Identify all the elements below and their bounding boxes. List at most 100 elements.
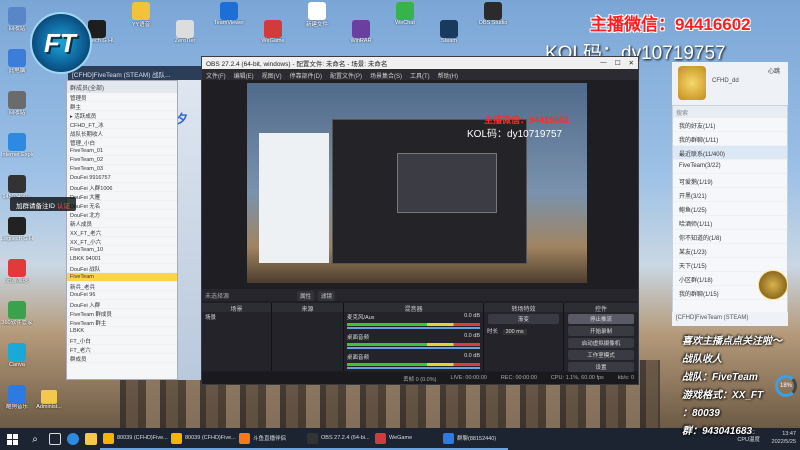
list-item[interactable]: XX_FT_老六 [67,228,177,237]
control-button[interactable]: 停止推流 [568,314,634,324]
desktop-icon[interactable]: Internet Explorer [1,130,33,172]
desktop-icon[interactable]: TeamViewer [212,0,246,26]
duration-input[interactable]: 300 ms [502,329,527,335]
desktop-icon[interactable]: 此电脑 [2,46,32,88]
taskbar-task[interactable]: 80039 (CFHD)Five... [168,428,236,450]
list-item[interactable]: 开黑(3/21) [673,188,787,202]
list-item[interactable]: DouFei 战队 [67,264,177,273]
list-item[interactable]: 群主 [67,102,177,111]
list-item[interactable]: 某友(1/23) [673,244,787,258]
list-item[interactable]: DouFei 入群1006 [67,183,177,192]
list-item[interactable]: FiveTeam 群主 [67,318,177,327]
list-item[interactable]: 新人成员 [67,219,177,228]
menu-item[interactable]: 工具(T) [410,71,430,80]
list-item[interactable]: DouFei 96 [67,291,177,300]
list-item[interactable]: FiveTeam_10 [67,246,177,255]
explorer-icon[interactable] [82,428,100,450]
close-icon[interactable]: ✕ [629,59,634,67]
list-item[interactable]: 我的好友(1/1) [673,118,787,132]
tray-clock[interactable]: 13:47 2022/5/25 [772,430,796,446]
desktop-icon[interactable]: ZeroTier [168,18,202,44]
friends-search-input[interactable]: 搜索 [673,106,787,118]
volume-slider[interactable] [347,347,480,349]
desktop-icon[interactable]: 回收站 [2,88,32,130]
menu-item[interactable]: 视图(V) [262,71,282,80]
taskbar-task[interactable]: WeGame [372,428,440,450]
list-item[interactable]: DouFei 9916757 [67,174,177,183]
list-item[interactable]: FiveTeam_01 [67,147,177,156]
desktop-icon[interactable]: 迅游加速 [2,256,32,298]
start-button[interactable] [0,428,24,450]
task-view-icon[interactable] [46,428,64,450]
obs-titlebar[interactable]: OBS 27.2.4 (64-bit, windows) - 配置文件: 未命名… [202,57,638,69]
list-item[interactable]: 新兵_老兵 [67,282,177,291]
desktop-icon[interactable]: WeGame [256,18,290,44]
volume-slider[interactable] [347,327,480,329]
list-item[interactable]: 群成员 [67,354,177,363]
transition-select[interactable]: 渐变 [488,314,559,324]
list-item[interactable]: 哈酒师(1/11) [673,216,787,230]
search-icon[interactable]: ⌕ [24,428,46,450]
menu-item[interactable]: 场景集合(S) [370,71,402,80]
control-button[interactable]: 工作室模式 [568,350,634,360]
list-item[interactable]: XX_FT_小六 [67,237,177,246]
edge-icon[interactable] [64,428,82,450]
list-item[interactable]: LBKK 94001 [67,255,177,264]
menu-item[interactable]: 文件(F) [206,71,226,80]
list-item[interactable]: FT_小白 [67,336,177,345]
desktop-icon[interactable]: Canva [2,340,32,382]
minimize-icon[interactable]: — [600,59,607,67]
scene-item[interactable]: 场景 [202,312,271,322]
maximize-icon[interactable]: ☐ [615,59,621,67]
desktop-icon[interactable]: 新建文件 [300,0,334,28]
list-item[interactable]: 我的群聊(1/11) [673,132,787,146]
desktop-icon[interactable]: 酷狗音乐 [2,382,32,424]
taskbar-task[interactable]: 斗鱼直播伴侣 [236,428,304,450]
menu-item[interactable]: 配置文件(P) [330,71,362,80]
list-item[interactable]: 可爱鹅(1/19) [673,174,787,188]
desktop-icon[interactable]: Steam [432,18,466,44]
list-item[interactable]: FiveTeam 群成员 [67,309,177,318]
list-item[interactable]: DouFei 入群 [67,300,177,309]
volume-slider[interactable] [347,367,480,369]
taskbar-task[interactable]: 群聊(88152440) [440,428,508,450]
desktop-icon[interactable]: YY语音 [124,0,158,28]
list-item[interactable]: 最近联系(11/400) [673,146,787,160]
list-item[interactable]: 管理员 [67,93,177,102]
avatar[interactable] [678,66,706,100]
admin-folder-icon[interactable]: Administ... [34,390,64,410]
filters-button[interactable]: 滤镜 [318,291,336,301]
list-item[interactable]: FT_老六 [67,345,177,354]
desktop-icon[interactable]: 回收站 [2,4,32,46]
list-item[interactable]: FiveTeam [67,273,177,282]
list-item[interactable]: 鲍鱼(1/25) [673,202,787,216]
list-item[interactable]: DouFei 北方 [67,210,177,219]
desktop-icon[interactable]: Logitech G HUB [1,214,33,256]
desktop-icon[interactable]: WeChat [388,0,422,26]
list-item[interactable]: 管理_小白 [67,138,177,147]
list-item[interactable]: ▸ 活跃成员 [67,111,177,120]
control-button[interactable]: 开始录制 [568,326,634,336]
list-item[interactable]: DouFei 大雁 [67,192,177,201]
obs-preview[interactable]: 主播微信：94416602 KOL码：dy10719757 [247,83,587,283]
list-item[interactable]: 你不知道的(1/8) [673,230,787,244]
list-item[interactable]: DouFei 无名 [67,201,177,210]
desktop-icon[interactable]: 360软件管家 [1,298,33,340]
list-item[interactable]: FiveTeam_03 [67,165,177,174]
control-button[interactable]: 设置 [568,362,634,372]
list-item[interactable]: FiveTeam_02 [67,156,177,165]
menu-item[interactable]: 帮助(H) [438,71,458,80]
taskbar-task[interactable]: OBS 27.2.4 (64-bi... [304,428,372,450]
list-item[interactable]: 战队长期收人 [67,129,177,138]
taskbar-task[interactable]: 80039 (CFHD)Five... [100,428,168,450]
properties-button[interactable]: 属性 [297,291,315,301]
desktop-icon[interactable]: OBS Studio [476,0,510,26]
control-button[interactable]: 启动虚拟摄像机 [568,338,634,348]
menu-item[interactable]: 停靠部件(D) [290,71,322,80]
list-item[interactable]: LBKK [67,327,177,336]
menu-item[interactable]: 编辑(E) [234,71,254,80]
list-item[interactable]: FiveTeam(3/22) [673,160,787,174]
list-item[interactable]: CFHD_FT_冰 [67,120,177,129]
desktop-icon[interactable]: WinRAR [344,18,378,44]
friends-bottom-bar[interactable]: [CFHD]FiveTeam (STEAM) [672,312,788,326]
